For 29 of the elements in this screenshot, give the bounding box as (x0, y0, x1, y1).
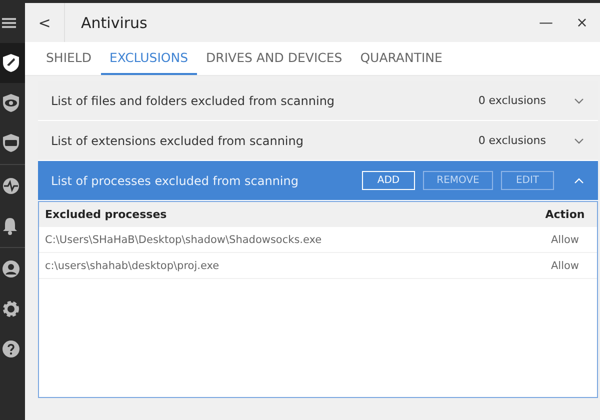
tab[interactable]: QUARANTINE (351, 42, 452, 75)
tab[interactable]: EXCLUSIONS (100, 42, 198, 75)
table-row[interactable]: C:\Users\SHaHaB\Desktop\shadow\Shadowsocks.exe Allow (39, 227, 597, 253)
sidebar-item[interactable] (0, 43, 25, 83)
action-button[interactable]: ADD (362, 171, 415, 190)
table-cell-text: Allow (550, 260, 580, 272)
chevron-down-icon (574, 138, 584, 144)
exclusion-count: 0 exclusions (478, 94, 546, 107)
settings-icon (2, 300, 20, 318)
chevron-down-icon (574, 98, 584, 104)
table-cell-text: Allow (550, 234, 580, 246)
section-title: List of extensions excluded from scanning (51, 134, 304, 148)
chevron-up-icon (574, 178, 584, 184)
menu-icon (2, 17, 16, 29)
table-cell-text: C:\Users\SHaHaB\Desktop\shadow\Shadowsocks.exe (45, 234, 323, 246)
shield-icon (2, 53, 20, 73)
minimize-button[interactable]: — (528, 14, 564, 32)
tab[interactable]: SHIELD (37, 42, 101, 75)
column-header: Excluded processes (45, 208, 168, 221)
column-header: Action (544, 208, 586, 221)
close-button[interactable]: × (564, 14, 600, 32)
section-title: List of processes excluded from scanning (51, 174, 300, 188)
table-row[interactable]: c:\users\shahab\desktop\proj.exe Allow (39, 253, 597, 279)
bell-icon (2, 217, 18, 235)
section-title: List of files and folders excluded from scanning (51, 94, 336, 108)
tab[interactable]: DRIVES AND DEVICES (197, 42, 352, 75)
table-cell-text: c:\users\shahab\desktop\proj.exe (45, 260, 220, 272)
exclusion-count: 0 exclusions (478, 134, 546, 147)
window-title: Antivirus (81, 14, 148, 32)
